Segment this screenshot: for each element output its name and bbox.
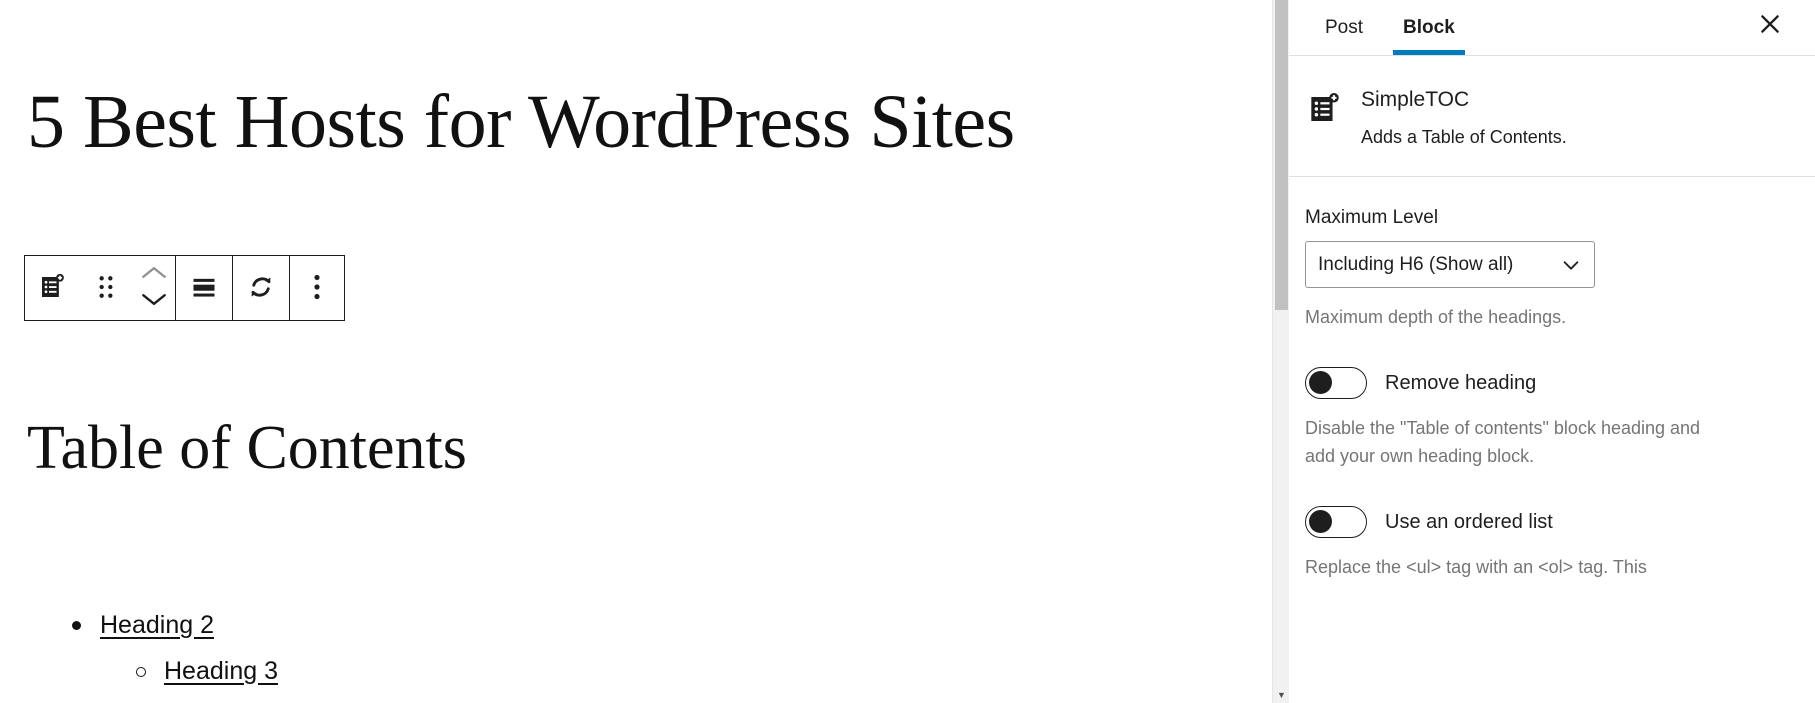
close-sidebar-button[interactable] [1747,0,1793,50]
wordpress-block-editor: 5 Best Hosts for WordPress Sites Table o… [0,0,1815,703]
toggle-knob [1309,371,1332,395]
post-title[interactable]: 5 Best Hosts for WordPress Sites [27,78,1127,168]
toolbar-group-options [290,256,344,320]
move-down-button[interactable] [141,292,167,312]
remove-heading-help: Disable the "Table of contents" block he… [1305,418,1701,466]
settings-sidebar: Post Block SimpleTOC Adds a Table of Con… [1272,0,1815,703]
remove-heading-row: Remove heading [1305,367,1779,400]
tab-post[interactable]: Post [1305,0,1383,55]
block-toolbar [24,255,345,321]
more-options-button[interactable] [290,256,344,320]
maximum-level-select[interactable]: Including H6 (Show all) [1305,241,1595,289]
editor-scrollbar[interactable]: ▼ [1272,0,1289,703]
toggle-knob [1309,510,1332,534]
tab-block[interactable]: Block [1383,0,1475,55]
block-card-description: Adds a Table of Contents. [1361,127,1567,147]
editor-canvas: 5 Best Hosts for WordPress Sites Table o… [0,0,1272,703]
refresh-toc-button[interactable] [233,256,289,320]
toolbar-group-block [25,256,176,320]
drag-handle-button[interactable] [79,256,133,320]
block-movers [133,256,175,320]
move-up-button[interactable] [141,265,167,285]
scroll-down-arrow[interactable]: ▼ [1273,686,1290,703]
remove-heading-label: Remove heading [1385,371,1537,394]
block-type-button[interactable] [25,256,79,320]
scrollbar-thumb[interactable] [1275,0,1288,310]
toc-list-item: Heading 2 [40,608,278,643]
block-card-icon [1305,88,1343,150]
toolbar-group-sync [233,256,290,320]
block-card: SimpleTOC Adds a Table of Contents. [1273,56,1815,178]
use-ordered-list-help: Replace the <ul> tag with an <ol> tag. T… [1305,557,1647,578]
sidebar-tabs: Post Block [1273,0,1815,56]
use-ordered-list-toggle[interactable] [1305,506,1367,539]
remove-heading-toggle[interactable] [1305,367,1367,400]
toc-list: Heading 2 Heading 3 [40,608,278,689]
list-view-icon [1305,93,1343,132]
maximum-level-value: Including H6 (Show all) [1318,253,1514,275]
chevron-down-icon [1560,254,1582,276]
toolbar-group-align [176,256,233,320]
block-settings-panel: Maximum Level Including H6 (Show all) Ma… [1273,177,1815,581]
toc-block-heading[interactable]: Table of Contents [27,414,467,482]
close-icon [1757,11,1783,40]
maximum-level-label: Maximum Level [1305,207,1439,229]
block-card-title: SimpleTOC [1361,88,1470,111]
list-view-icon [37,272,67,305]
maximum-level-help: Maximum depth of the headings. [1305,307,1567,328]
align-center-icon [190,273,218,304]
drag-dots-icon [95,274,117,303]
use-ordered-list-row: Use an ordered list [1305,506,1779,539]
toc-link[interactable]: Heading 2 [100,611,214,639]
refresh-icon [246,272,276,305]
toc-list-item: Heading 3 [40,654,278,689]
align-button[interactable] [176,256,232,320]
use-ordered-list-label: Use an ordered list [1385,510,1553,533]
toc-link[interactable]: Heading 3 [164,657,278,685]
vertical-dots-icon [313,274,321,303]
block-card-text: SimpleTOC Adds a Table of Contents. [1361,88,1567,150]
